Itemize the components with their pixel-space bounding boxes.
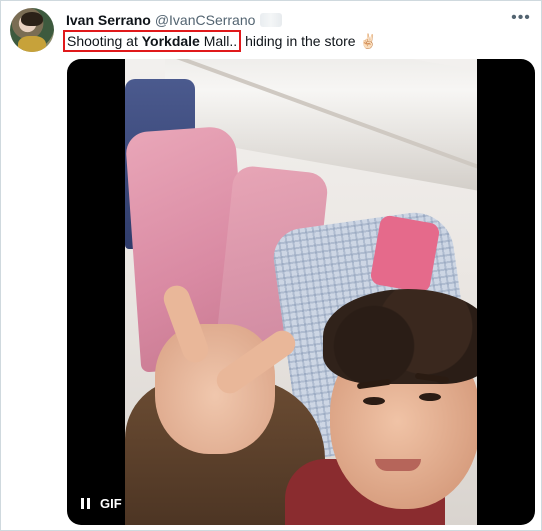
mouth xyxy=(375,459,421,471)
avatar-body xyxy=(18,36,46,52)
highlight-prefix: Shooting at xyxy=(67,33,142,49)
gif-badge: GIF xyxy=(100,496,122,511)
eye xyxy=(363,397,385,405)
tweet-text-rest: hiding in the store ✌🏻 xyxy=(241,33,377,49)
more-options-icon[interactable]: ••• xyxy=(511,9,531,26)
highlight-bold: Yorkdale xyxy=(141,33,200,49)
highlight-suffix: Mall.. xyxy=(199,33,238,49)
gif-controls: GIF xyxy=(81,496,122,511)
eye xyxy=(419,393,441,401)
pink-collar xyxy=(369,214,441,294)
hair xyxy=(323,289,477,384)
avatar[interactable] xyxy=(10,8,54,52)
tweet-card[interactable]: Ivan Serrano @IvanCSerrano ••• Shooting … xyxy=(0,0,542,531)
avatar-hair xyxy=(21,12,43,26)
highlighted-phrase: Shooting at Yorkdale Mall.. xyxy=(63,30,242,52)
pause-icon[interactable] xyxy=(81,498,90,509)
user-handle[interactable]: @IvanCSerrano xyxy=(155,12,256,28)
tweet-text: Shooting at Yorkdale Mall.. hiding in th… xyxy=(63,30,377,52)
redacted-timestamp xyxy=(260,13,283,27)
gif-frame xyxy=(125,59,477,525)
tweet-header: Ivan Serrano @IvanCSerrano xyxy=(66,10,283,30)
peace-sign-hand xyxy=(155,324,275,454)
display-name[interactable]: Ivan Serrano xyxy=(66,12,151,28)
gif-media[interactable]: GIF xyxy=(67,59,535,525)
